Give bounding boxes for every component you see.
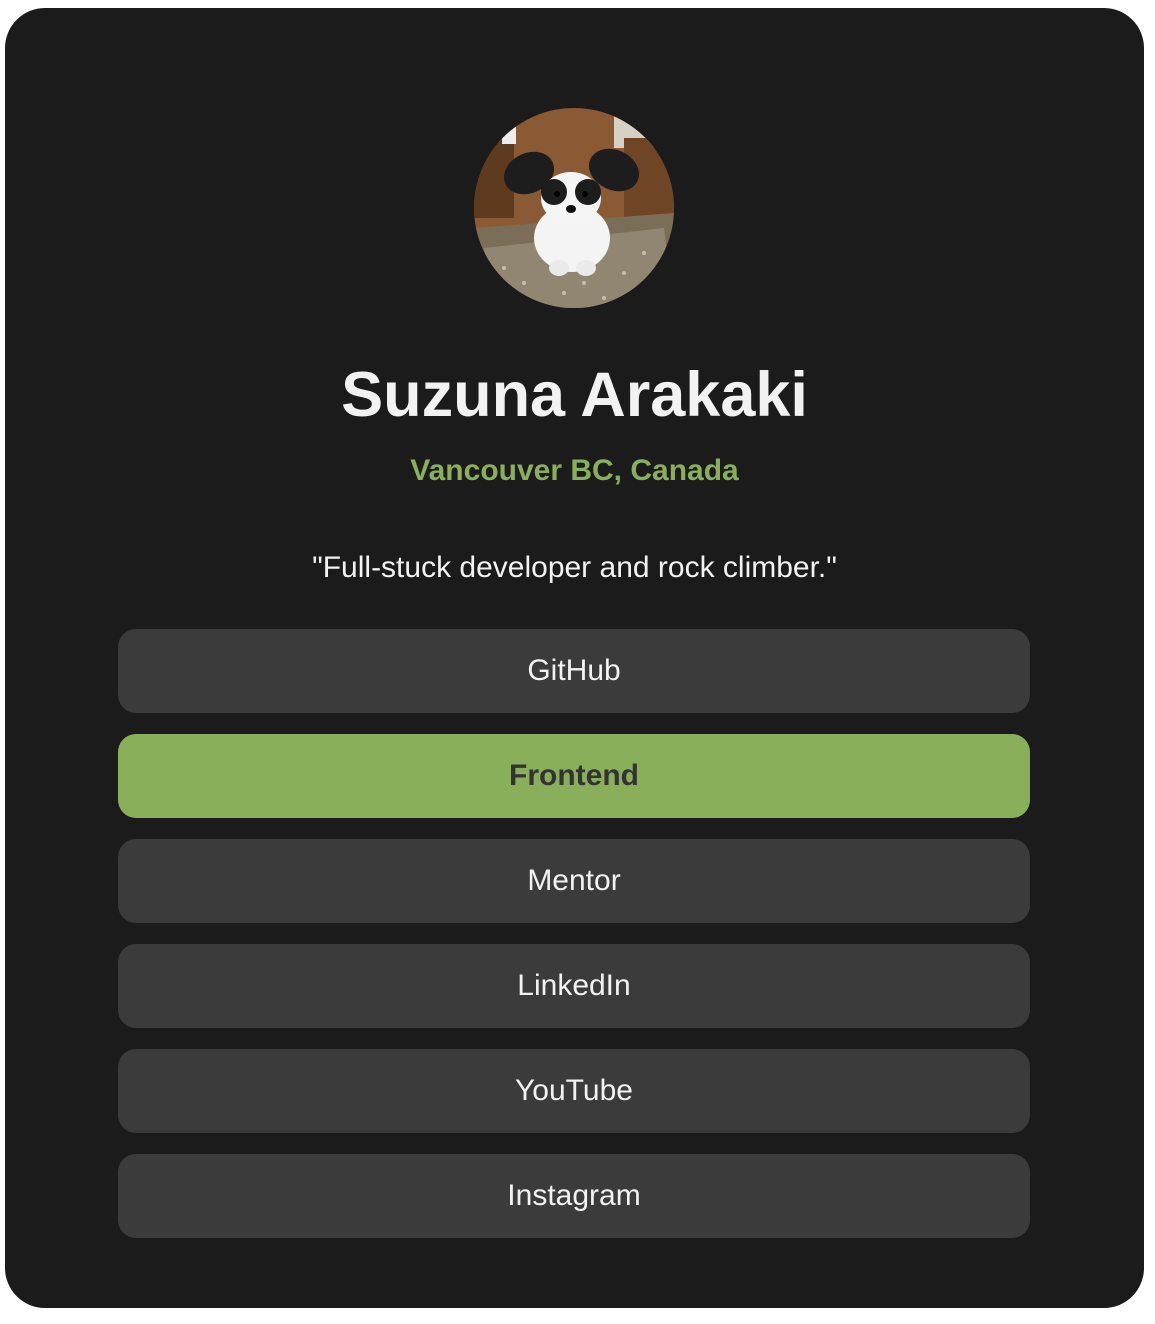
- github-link-button[interactable]: GitHub: [118, 629, 1030, 713]
- profile-location: Vancouver BC, Canada: [410, 454, 739, 487]
- profile-bio: "Full-stuck developer and rock climber.": [312, 551, 837, 584]
- link-list: GitHub Frontend Mentor LinkedIn YouTube …: [118, 629, 1030, 1238]
- profile-name: Suzuna Arakaki: [341, 360, 808, 430]
- linkedin-link-button[interactable]: LinkedIn: [118, 944, 1030, 1028]
- profile-card: Suzuna Arakaki Vancouver BC, Canada "Ful…: [5, 8, 1144, 1308]
- mentor-link-button[interactable]: Mentor: [118, 839, 1030, 923]
- youtube-link-button[interactable]: YouTube: [118, 1049, 1030, 1133]
- dog-photo: [474, 108, 674, 308]
- frontend-link-button[interactable]: Frontend: [118, 734, 1030, 818]
- avatar: [474, 108, 674, 308]
- instagram-link-button[interactable]: Instagram: [118, 1154, 1030, 1238]
